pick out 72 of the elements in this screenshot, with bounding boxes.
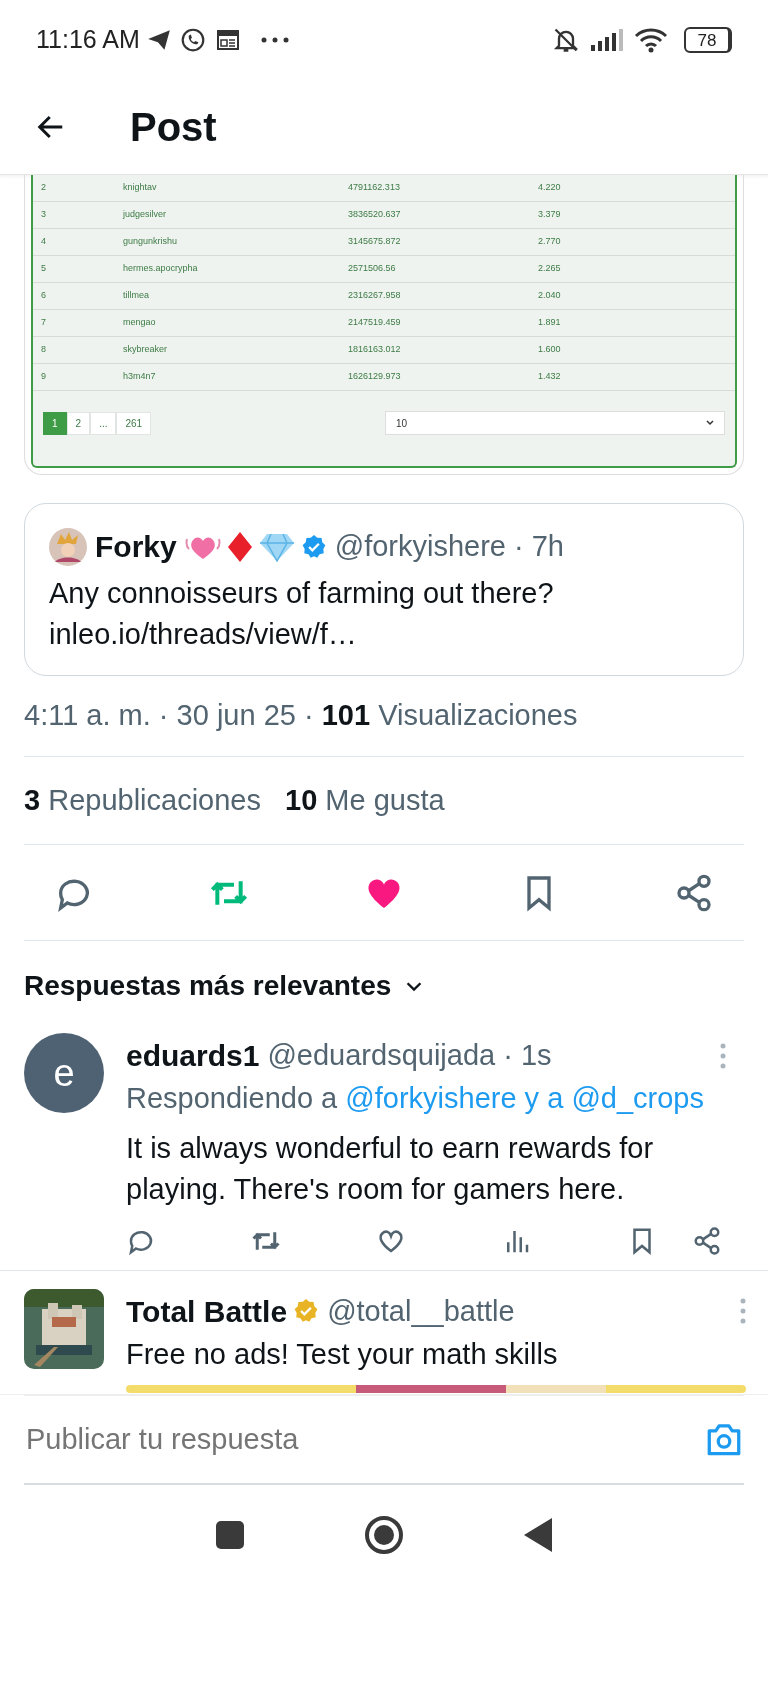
- table-cell-text: mengao: [123, 316, 157, 330]
- author-name: eduards1: [126, 1038, 260, 1075]
- table-cell-text: 2: [40, 181, 47, 195]
- home-button-icon[interactable]: [364, 1514, 404, 1555]
- muted-bell-icon: [552, 26, 580, 54]
- table-cell-text: 7: [40, 316, 47, 330]
- reply-text: It is always wonderful to earn rewards for playing. There's room for gamers here.: [126, 1130, 655, 1207]
- table-cell-text: 2.040: [538, 289, 562, 303]
- sort-menu[interactable]: Respuestas más relevantes: [24, 965, 392, 1008]
- table-cell-text: 3.379: [538, 208, 562, 222]
- author-handle: @eduardsquijada · 1s: [267, 1038, 552, 1074]
- table-cell-text: 8: [40, 343, 47, 357]
- post-text: Any connoisseurs of farming out there?: [49, 576, 555, 611]
- post-meta-text: 4:11 a. m. · 30 jun 25 · 101 Visualizaciones: [24, 694, 744, 757]
- post-link[interactable]: inleo.io/threads/view/f…: [49, 614, 719, 656]
- table-cell-text: gungunkrishu: [123, 235, 179, 249]
- more-icon: [259, 36, 290, 44]
- recents-button-icon[interactable]: [216, 1520, 244, 1549]
- chevron-down-icon: [706, 420, 714, 426]
- table-cell-text: 1.891: [538, 316, 562, 330]
- author-name: Total Battle: [126, 1293, 288, 1330]
- table-cell-text: h3m4n7: [123, 370, 157, 384]
- author-name: Forky: [95, 529, 177, 565]
- page-button[interactable]: ...: [90, 411, 117, 435]
- table-cell-text: 9: [40, 370, 47, 384]
- table-cell-text: 3: [40, 208, 47, 222]
- avatar[interactable]: e: [24, 1033, 104, 1114]
- table-cell-text: 3836520.637: [348, 208, 402, 222]
- diamond-icon: [226, 530, 253, 563]
- page-size-select[interactable]: 10: [385, 411, 725, 435]
- table-cell-text: 3145675.872: [348, 235, 402, 249]
- replying-to-text: Respondiendo a @forkyishere y a @d_crops: [126, 1081, 705, 1117]
- page-title: Post: [130, 104, 217, 151]
- page-button[interactable]: 261: [116, 411, 152, 435]
- avatar-icon: [49, 527, 87, 566]
- stat-text[interactable]: 10 Me gusta: [285, 778, 445, 823]
- table-cell-text: knightav: [123, 181, 158, 195]
- calendar-icon: [215, 28, 240, 52]
- table-cell-text: judgesilver: [123, 208, 168, 222]
- share-icon[interactable]: [674, 872, 714, 913]
- table-cell-text: 4791162.313: [348, 181, 401, 195]
- table-cell-text: 2147519.459: [348, 316, 402, 330]
- table-cell-text: 1626129.973: [348, 370, 402, 384]
- table-cell-text: skybreaker: [123, 343, 168, 357]
- page-button[interactable]: 1: [43, 411, 67, 435]
- table-cell-text: 2.770: [538, 235, 562, 249]
- signal-icon: [590, 28, 624, 52]
- table-cell-text: 2.265: [538, 262, 562, 276]
- wifi-icon: [634, 27, 668, 53]
- table-cell-text: 5: [40, 262, 47, 276]
- table-cell-text: 6: [40, 289, 47, 303]
- reply-input[interactable]: Publicar tu respuesta: [24, 1417, 704, 1461]
- clock-text: 11:16 AM: [36, 24, 140, 56]
- page-button[interactable]: 2: [66, 411, 91, 435]
- author-handle: @forkyishere · 7h: [334, 528, 564, 564]
- table-cell-text: 2316267.958: [348, 289, 402, 303]
- quoted-post-card[interactable]: Forky @forkyishere · 7h Any connoisseurs of farming out there? inleo.io/threads/view/f…: [24, 503, 744, 677]
- post-text: Free no ads! Test your math skills: [126, 1336, 559, 1372]
- battery-indicator: 78: [684, 27, 732, 53]
- back-button-icon[interactable]: [524, 1517, 552, 1552]
- table-cell-text: 1.600: [538, 343, 562, 357]
- phone-chat-icon: [179, 27, 206, 53]
- table-cell-text: 2571506.56: [348, 262, 397, 276]
- table-cell-text: 1816163.012: [348, 343, 402, 357]
- stat-text[interactable]: 3 Republicaciones: [24, 778, 261, 823]
- table-cell-text: hermes.apocrypha: [123, 262, 199, 276]
- table-cell-text: 1.432: [538, 370, 562, 384]
- table-cell-text: 4.220: [538, 181, 562, 195]
- table-cell-text: 4: [40, 235, 47, 249]
- gem-icon: [258, 531, 295, 562]
- table-cell-text: tillmea: [123, 289, 150, 303]
- author-handle: @total__battle: [327, 1293, 515, 1329]
